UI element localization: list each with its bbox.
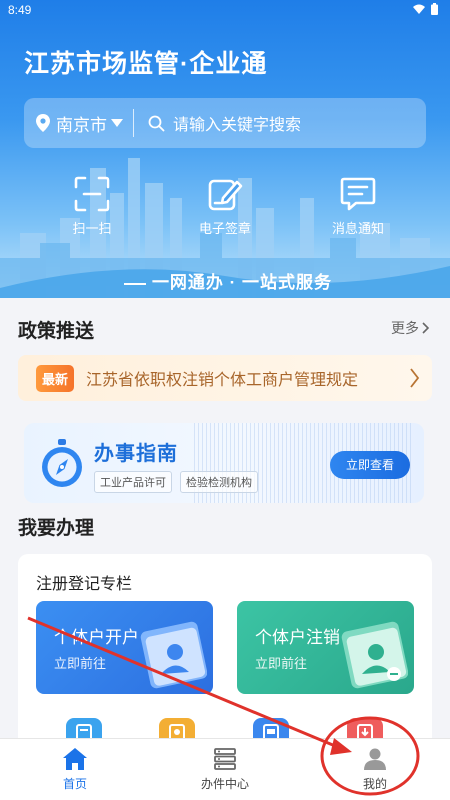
location-pin-icon bbox=[36, 114, 50, 132]
guide-tag[interactable]: 检验检测机构 bbox=[180, 471, 258, 493]
hero-banner: 8:49 江苏市场监管·企业通 南京市 请输入关键字搜索 扫一扫 电子签章 消息… bbox=[0, 0, 450, 298]
quick-action-label: 扫一扫 bbox=[72, 221, 112, 236]
tab-case-center[interactable]: 办件中心 bbox=[175, 747, 275, 792]
tile-subtitle: 立即前往 bbox=[255, 656, 308, 671]
scan-icon bbox=[74, 176, 110, 212]
battery-icon bbox=[431, 3, 438, 15]
tile-name: 个体户开户 bbox=[54, 628, 139, 647]
guide-title: 办事指南 bbox=[94, 443, 178, 465]
compass-icon bbox=[42, 439, 82, 487]
tab-home[interactable]: 首页 bbox=[25, 747, 125, 792]
tile-name: 个体户注销 bbox=[255, 628, 340, 647]
view-now-button[interactable]: 立即查看 bbox=[330, 451, 410, 479]
message-icon bbox=[340, 177, 376, 211]
guide-tag[interactable]: 工业产品许可 bbox=[94, 471, 172, 493]
city-label: 南京市 bbox=[56, 115, 107, 135]
search-bar: 南京市 请输入关键字搜索 bbox=[24, 98, 426, 148]
app-title: 江苏市场监管·企业通 bbox=[24, 50, 268, 78]
quick-action-label: 电子签章 bbox=[198, 221, 251, 236]
section-title-policy: 政策推送 bbox=[18, 321, 95, 342]
caret-down-icon bbox=[111, 119, 123, 127]
tab-label: 我的 bbox=[362, 777, 387, 791]
server-icon bbox=[214, 748, 236, 770]
user-icon bbox=[364, 748, 386, 770]
status-time: 8:49 bbox=[8, 3, 32, 17]
home-icon bbox=[63, 748, 87, 770]
bottom-tab-bar: 首页 办件中心 我的 bbox=[0, 738, 450, 800]
card-title: 注册登记专栏 bbox=[36, 576, 133, 593]
service-guide-banner[interactable]: 办事指南 工业产品许可 检验检测机构 立即查看 bbox=[24, 423, 424, 503]
quick-action-e-signature[interactable]: 电子签章 bbox=[175, 176, 275, 237]
tab-label: 首页 bbox=[62, 777, 87, 791]
more-label: 更多 bbox=[391, 320, 419, 336]
wifi-icon bbox=[413, 4, 425, 14]
quick-action-message[interactable]: 消息通知 bbox=[308, 176, 408, 237]
status-bar: 8:49 bbox=[0, 0, 450, 20]
quick-action-label: 消息通知 bbox=[331, 221, 384, 236]
user-window-illustration bbox=[341, 621, 408, 689]
tab-label: 办件中心 bbox=[200, 777, 249, 791]
system-icons bbox=[413, 3, 438, 15]
quick-action-scan[interactable]: 扫一扫 bbox=[42, 176, 142, 237]
latest-badge: 最新 bbox=[36, 364, 75, 392]
cancel-individual-business-tile[interactable]: 个体户注销 立即前往 bbox=[237, 601, 414, 694]
search-placeholder: 请输入关键字搜索 bbox=[173, 117, 302, 134]
search-input[interactable]: 请输入关键字搜索 bbox=[134, 111, 426, 135]
section-title-todo: 我要办理 bbox=[18, 518, 95, 539]
tile-subtitle: 立即前往 bbox=[54, 656, 107, 671]
policy-headline: 江苏省依职权注销个体工商户管理规定 bbox=[86, 372, 359, 389]
registration-card: 注册登记专栏 个体户开户 立即前往 个体户注销 立即前往 bbox=[18, 554, 432, 754]
policy-news-item[interactable]: 最新 江苏省依职权注销个体工商户管理规定 bbox=[18, 355, 432, 401]
chevron-right-icon bbox=[410, 368, 420, 388]
city-selector[interactable]: 南京市 bbox=[24, 98, 133, 148]
e-signature-icon bbox=[208, 179, 243, 211]
slogan-text: 一网通办 · 一站式服务 bbox=[151, 273, 333, 292]
search-icon bbox=[148, 115, 165, 131]
user-window-illustration bbox=[140, 621, 207, 689]
open-individual-business-tile[interactable]: 个体户开户 立即前往 bbox=[36, 601, 213, 694]
slogan-dash bbox=[123, 282, 146, 285]
more-link[interactable]: 更多 bbox=[391, 318, 430, 338]
tab-mine[interactable]: 我的 bbox=[325, 747, 425, 792]
chevron-right-icon bbox=[422, 322, 430, 334]
banner-slogan: 一网通办 · 一站式服务 bbox=[0, 268, 450, 293]
